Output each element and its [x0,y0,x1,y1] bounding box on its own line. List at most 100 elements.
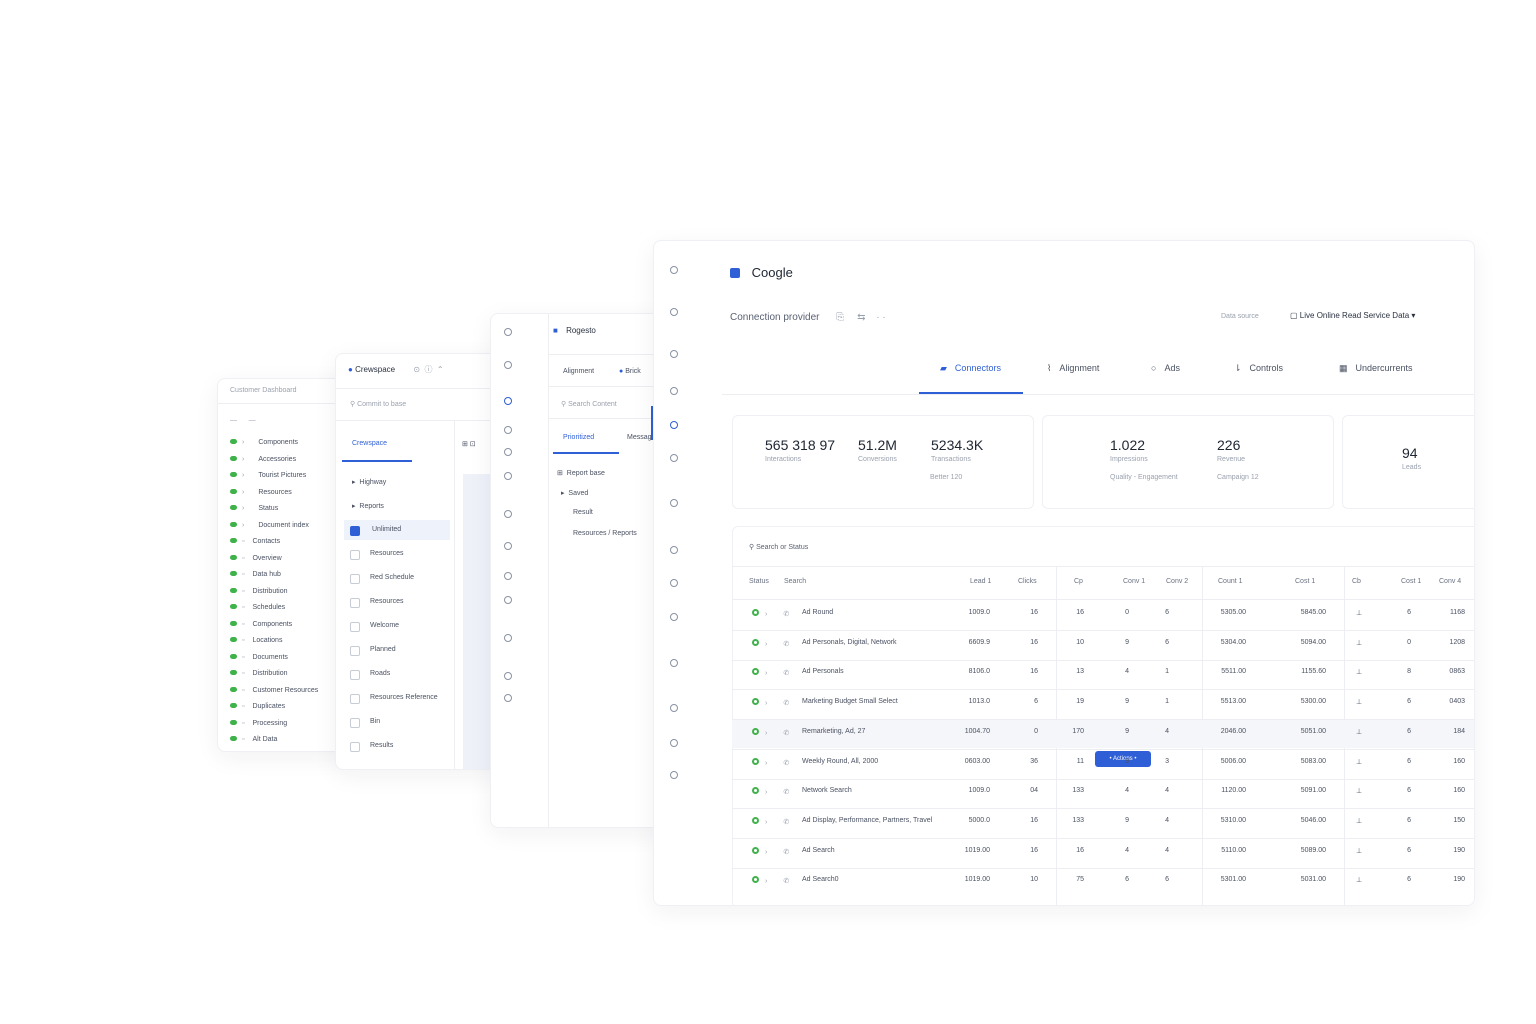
table-row[interactable]: › ✆ [752,876,789,885]
help-icon[interactable] [504,694,512,702]
bell-icon[interactable] [670,704,678,712]
home-icon[interactable] [504,328,512,336]
tab-connectors[interactable]: ▰ Connectors [940,363,1001,374]
home-icon[interactable] [670,308,678,316]
filter-icon[interactable]: ⊞ ⊡ [462,440,476,448]
table-row[interactable]: › ✆ [752,698,789,707]
column-header[interactable]: Cp [1074,578,1083,585]
column-header[interactable]: Conv 1 [1123,578,1145,585]
column-header[interactable]: Cost 1 [1295,578,1315,585]
column-header[interactable]: Clicks [1018,578,1037,585]
list-item[interactable]: ▫ Contacts [230,538,280,545]
item-checkbox[interactable] [350,646,360,656]
section-highway[interactable]: ▸ Highway [352,478,386,486]
list-item[interactable]: Results [370,742,393,749]
calendar-icon[interactable] [670,454,678,462]
edit-icon[interactable]: ⎘ [836,312,844,323]
list-item[interactable]: › Tourist Pictures [230,472,306,479]
pin-icon[interactable] [504,572,512,580]
list-item[interactable]: Red Schedule [370,574,414,581]
column-header[interactable]: Conv 4 [1439,578,1461,585]
list-item[interactable]: Roads [370,670,390,677]
folder-icon[interactable] [504,542,512,550]
list-item[interactable]: Resources [370,550,403,557]
tab-ads[interactable]: ○ Ads [1151,363,1180,373]
tree-item[interactable]: ▸ Saved [561,489,588,497]
check-icon[interactable] [670,546,678,554]
list-item[interactable]: ▫ Documents [230,653,288,661]
share-icon[interactable]: ⇆ [857,312,865,323]
list-item[interactable]: Welcome [370,622,399,629]
list-item[interactable]: Planned [370,646,396,653]
list-item[interactable]: Resources Reference [370,694,438,701]
table-row[interactable]: › ✆ [752,609,789,618]
grid-icon[interactable] [670,659,678,667]
tag-icon[interactable] [504,596,512,604]
list-item[interactable]: › Accessories [230,455,296,463]
tab-alignment[interactable]: Alignment [563,368,594,375]
toolbar-icons[interactable]: ⊙ ⓘ ⌃ [413,365,443,374]
list-item[interactable]: ▫ Overview [230,554,282,562]
list-item[interactable]: Unlimited [372,526,401,533]
settings-icon[interactable] [670,771,678,779]
item-checkbox[interactable] [350,550,360,560]
column-header[interactable]: Conv 2 [1166,578,1188,585]
tab-alignment[interactable]: ⌇ Alignment [1047,363,1099,374]
column-header[interactable]: Cb [1352,578,1361,585]
search-icon[interactable] [670,387,678,395]
edit-icon[interactable] [504,472,512,480]
search-input[interactable]: ⚲ Search Content [561,400,617,408]
search-input[interactable]: ⚲ Commit to base [350,400,406,408]
list-item[interactable]: ▫ Components [230,620,292,628]
list-item[interactable]: ▫ Schedules [230,604,285,611]
chat-icon[interactable] [504,397,512,405]
send-icon[interactable] [670,499,678,507]
send-icon[interactable] [504,448,512,456]
table-row[interactable]: › ✆ [752,846,789,856]
column-header[interactable]: Status [749,578,769,585]
clock-icon[interactable] [670,350,678,358]
list-item[interactable]: › Components [230,439,298,446]
column-header[interactable]: Cost 1 [1401,578,1421,585]
item-checkbox[interactable] [350,598,360,608]
tree-item[interactable]: Result [573,509,593,516]
tab-undercurrents[interactable]: ▦ Undercurrents [1339,363,1413,374]
item-checkbox[interactable] [350,622,360,632]
item-checkbox[interactable] [350,526,360,536]
subtab-prioritized[interactable]: Prioritized [563,434,594,441]
flag-icon[interactable] [504,510,512,518]
section-reports[interactable]: ▸ Reports [352,502,384,510]
chat-icon[interactable] [670,421,678,429]
more-icon[interactable]: · · [876,312,885,323]
column-header[interactable]: Lead 1 [970,578,991,585]
table-row[interactable]: › ✆ [752,787,789,796]
list-item[interactable]: › Document index [230,521,309,529]
item-checkbox[interactable] [350,718,360,728]
table-row[interactable]: › ✆ [752,727,789,737]
table-row[interactable]: › ✆ [752,638,789,648]
list-item[interactable]: ▫ Processing [230,719,287,727]
settings-icon[interactable] [504,634,512,642]
tab-controls[interactable]: ⇂ Controls [1234,363,1283,374]
menu-icon[interactable] [670,266,678,274]
list-item[interactable]: ▫ Locations [230,637,282,644]
item-checkbox[interactable] [350,670,360,680]
user-icon[interactable] [504,672,512,680]
column-header[interactable]: Count 1 [1218,578,1243,585]
table-row[interactable]: › ✆ [752,757,789,767]
item-checkbox[interactable] [350,574,360,584]
clock-icon[interactable] [504,361,512,369]
table-row[interactable]: › ✆ [752,668,789,677]
message-icon[interactable] [504,426,512,434]
list-item[interactable]: ▫ Distribution [230,587,288,595]
list-item[interactable]: ▫ Distribution [230,670,288,677]
tool-icon[interactable] [670,613,678,621]
item-checkbox[interactable] [350,694,360,704]
inbox-icon[interactable] [670,579,678,587]
list-item[interactable]: Resources [370,598,403,605]
tab-crewspace[interactable]: Crewspace [352,440,387,447]
table-row[interactable]: › ✆ [752,816,789,826]
list-item[interactable]: ▫ Data hub [230,571,281,578]
tab-brick[interactable]: ● Brick [619,368,641,375]
data-source-dropdown[interactable]: ▢ Live Online Read Service Data ▾ [1290,311,1415,320]
